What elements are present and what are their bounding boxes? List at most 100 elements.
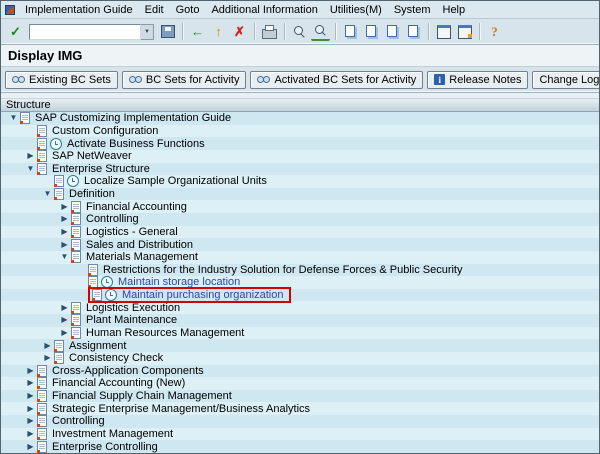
tree-row[interactable]: ▶ Assignment xyxy=(1,339,599,352)
tree-row[interactable]: Custom Configuration xyxy=(1,125,599,138)
tree-item-label[interactable]: Controlling xyxy=(84,213,141,225)
print-icon[interactable] xyxy=(260,23,279,41)
tree-row[interactable]: ▶ Strategic Enterprise Management/Busines… xyxy=(1,402,599,415)
previous-page-icon[interactable] xyxy=(362,23,381,41)
collapse-icon[interactable]: ▼ xyxy=(58,253,71,261)
tree-row[interactable]: ▶ Consistency Check xyxy=(1,352,599,365)
collapse-icon[interactable]: ▼ xyxy=(7,114,20,122)
tree-row[interactable]: ▶ Cross-Application Components xyxy=(1,365,599,378)
expand-icon[interactable]: ▶ xyxy=(58,329,71,337)
first-page-icon[interactable] xyxy=(341,23,360,41)
expand-icon[interactable]: ▶ xyxy=(24,417,37,425)
cancel-icon[interactable]: ✗ xyxy=(230,23,249,41)
tree-row[interactable]: ▶ Plant Maintenance xyxy=(1,314,599,327)
button-change-log[interactable]: Change Log xyxy=(532,71,600,89)
command-field[interactable] xyxy=(29,24,141,40)
button-existing-bc-sets[interactable]: Existing BC Sets xyxy=(5,71,118,89)
button-activated-bc-sets-for-activity[interactable]: Activated BC Sets for Activity xyxy=(250,71,423,89)
tree-item-label[interactable]: Investment Management xyxy=(50,428,175,440)
expand-icon[interactable]: ▶ xyxy=(58,304,71,312)
tree-item-label[interactable]: Plant Maintenance xyxy=(84,314,179,326)
tree-row[interactable]: Maintain purchasing organization xyxy=(1,289,599,302)
enter-icon[interactable]: ✓ xyxy=(6,23,25,41)
tree-item-label[interactable]: Custom Configuration xyxy=(50,125,160,137)
tree-row[interactable]: ▶ SAP NetWeaver xyxy=(1,150,599,163)
button-release-notes[interactable]: Release Notes xyxy=(427,71,528,89)
tree-item-label[interactable]: Strategic Enterprise Management/Business… xyxy=(50,403,312,415)
button-bc-sets-for-activity[interactable]: BC Sets for Activity xyxy=(122,71,247,89)
menu-item-system[interactable]: System xyxy=(388,3,437,17)
menu-item-implementation-guide[interactable]: Implementation Guide xyxy=(19,3,139,17)
tree-row[interactable]: ▶Logistics - General xyxy=(1,226,599,239)
tree-row[interactable]: ▼ SAP Customizing Implementation Guide xyxy=(1,112,599,125)
tree-row[interactable]: ▶ Investment Management xyxy=(1,428,599,441)
tree-row[interactable]: ▼ Definition xyxy=(1,188,599,201)
tree-item-label[interactable]: Activate Business Functions xyxy=(65,138,207,150)
tree-row[interactable]: Localize Sample Organizational Units xyxy=(1,175,599,188)
tree-row[interactable]: ▼ Materials Management xyxy=(1,251,599,264)
tree-item-label[interactable]: Consistency Check xyxy=(67,352,165,364)
expand-icon[interactable]: ▶ xyxy=(41,354,54,362)
tree-row[interactable]: ▶ Logistics Execution xyxy=(1,301,599,314)
expand-icon[interactable]: ▶ xyxy=(58,241,71,249)
tree-row[interactable]: ▶ Enterprise Controlling xyxy=(1,440,599,453)
expand-icon[interactable]: ▶ xyxy=(24,405,37,413)
tree-item-label[interactable]: Financial Accounting (New) xyxy=(50,377,187,389)
collapse-icon[interactable]: ▼ xyxy=(41,190,54,198)
tree-item-label[interactable]: Enterprise Structure xyxy=(50,163,152,175)
tree-row[interactable]: ▶ Human Resources Management xyxy=(1,327,599,340)
create-shortcut-icon[interactable] xyxy=(455,23,474,41)
tree-item-label[interactable]: Logistics Execution xyxy=(84,302,182,314)
expand-icon[interactable]: ▶ xyxy=(24,443,37,451)
expand-icon[interactable]: ▶ xyxy=(41,342,54,350)
menu-item-goto[interactable]: Goto xyxy=(170,3,206,17)
tree-item-label[interactable]: Cross-Application Components xyxy=(50,365,206,377)
tree-item-label[interactable]: Controlling xyxy=(50,415,107,427)
tree-row[interactable]: ▶ Financial Accounting (New) xyxy=(1,377,599,390)
tree-item-label[interactable]: Human Resources Management xyxy=(84,327,246,339)
tree-row[interactable]: ▶ Controlling xyxy=(1,415,599,428)
tree-row[interactable]: Restrictions for the Industry Solution f… xyxy=(1,264,599,277)
expand-icon[interactable]: ▶ xyxy=(24,392,37,400)
next-page-icon[interactable] xyxy=(383,23,402,41)
tree-row[interactable]: ▶ Controlling xyxy=(1,213,599,226)
tree-row[interactable]: ▼ Enterprise Structure xyxy=(1,163,599,176)
tree-item-label[interactable]: Financial Supply Chain Management xyxy=(50,390,234,402)
tree-item-label[interactable]: Localize Sample Organizational Units xyxy=(82,175,269,187)
tree-item-label[interactable]: Financial Accounting xyxy=(84,201,189,213)
help-icon[interactable]: ? xyxy=(485,23,504,41)
find-icon[interactable] xyxy=(290,23,309,41)
menu-item-additional-information[interactable]: Additional Information xyxy=(205,3,323,17)
tree-item-label[interactable]: Assignment xyxy=(67,340,128,352)
expand-icon[interactable]: ▶ xyxy=(58,316,71,324)
tree-item-label[interactable]: Materials Management xyxy=(84,251,200,263)
tree-item-label[interactable]: SAP Customizing Implementation Guide xyxy=(33,112,233,124)
create-session-icon[interactable] xyxy=(434,23,453,41)
back-icon[interactable]: ← xyxy=(188,23,207,41)
expand-icon[interactable]: ▶ xyxy=(24,367,37,375)
menu-item-edit[interactable]: Edit xyxy=(139,3,170,17)
tree-item-label[interactable]: Sales and Distribution xyxy=(84,239,195,251)
tree-item-label[interactable]: Maintain purchasing organization xyxy=(120,289,285,301)
expand-icon[interactable]: ▶ xyxy=(24,379,37,387)
tree-item-label[interactable]: Definition xyxy=(67,188,117,200)
expand-icon[interactable]: ▶ xyxy=(24,152,37,160)
tree-row[interactable]: ▶ Sales and Distribution xyxy=(1,238,599,251)
last-page-icon[interactable] xyxy=(404,23,423,41)
tree-item-label[interactable]: Enterprise Controlling xyxy=(50,441,160,453)
command-field-dropdown-icon[interactable]: ▼ xyxy=(141,24,154,40)
tree-row[interactable]: ▶ Financial Accounting xyxy=(1,200,599,213)
menu-item-help[interactable]: Help xyxy=(437,3,472,17)
collapse-icon[interactable]: ▼ xyxy=(24,165,37,173)
tree-item-label[interactable]: Restrictions for the Industry Solution f… xyxy=(101,264,465,276)
tree-item-label[interactable]: SAP NetWeaver xyxy=(50,150,134,162)
expand-icon[interactable]: ▶ xyxy=(24,430,37,438)
expand-icon[interactable]: ▶ xyxy=(58,228,71,236)
save-icon[interactable] xyxy=(158,23,177,41)
find-next-icon[interactable] xyxy=(311,23,330,41)
expand-icon[interactable]: ▶ xyxy=(58,215,71,223)
tree-row[interactable]: Activate Business Functions xyxy=(1,137,599,150)
tree-row[interactable]: ▶ Financial Supply Chain Management xyxy=(1,390,599,403)
menu-item-utilities-m[interactable]: Utilities(M) xyxy=(324,3,388,17)
expand-icon[interactable]: ▶ xyxy=(58,203,71,211)
